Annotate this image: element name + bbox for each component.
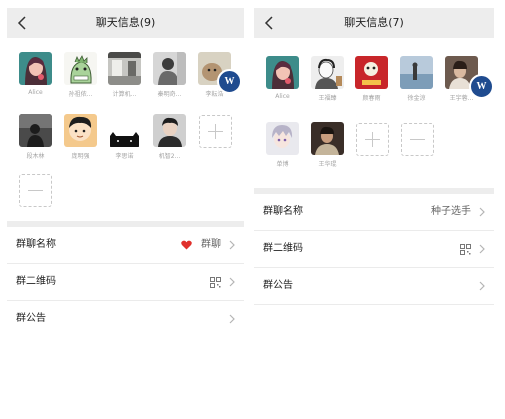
chat-info-panel-right: 聊天信息(7) Alice 王福臻 颜春雨 徐金涼 王宇蓉... 单博 王华琨 … bbox=[254, 8, 494, 313]
cartoon-boy-avatar bbox=[64, 114, 97, 147]
member-8[interactable]: 李思诺 bbox=[108, 114, 141, 160]
remove-member-button[interactable] bbox=[401, 123, 434, 156]
minus-icon bbox=[28, 190, 43, 191]
anime-boy-avatar bbox=[266, 122, 299, 155]
row-label: 群公告 bbox=[16, 313, 46, 324]
group-name-value: 种子选手 bbox=[431, 206, 471, 217]
row-label: 群公告 bbox=[263, 280, 293, 291]
black-cat-avatar bbox=[108, 114, 141, 147]
member-6[interactable]: 段木林 bbox=[19, 114, 52, 160]
group-qr-code-row[interactable]: 群二维码 bbox=[254, 231, 494, 268]
chevron-right-icon bbox=[229, 240, 235, 250]
word-app-badge: W bbox=[469, 74, 494, 99]
chevron-right-icon bbox=[479, 281, 485, 291]
qr-code-icon bbox=[210, 277, 221, 288]
page-title: 聊天信息(9) bbox=[95, 16, 156, 29]
row-label: 群聊名称 bbox=[16, 239, 56, 250]
person-photo-avatar bbox=[153, 52, 186, 85]
row-label: 群二维码 bbox=[263, 243, 303, 254]
page-title: 聊天信息(7) bbox=[344, 16, 404, 29]
girl-portrait-avatar bbox=[266, 56, 299, 89]
chevron-right-icon bbox=[479, 207, 485, 217]
member-9[interactable]: 机智2... bbox=[153, 114, 186, 160]
chat-info-panel-left: 聊天信息(9) Alice 孙祖侬... 计算机... 秦明奇... 李耘浩 段… bbox=[7, 8, 244, 333]
header-bar: 聊天信息(7) bbox=[254, 8, 494, 38]
girl-portrait-avatar bbox=[19, 52, 52, 85]
sketch-portrait-avatar bbox=[311, 56, 344, 89]
red-poster-avatar bbox=[355, 56, 388, 89]
plus-icon bbox=[208, 124, 223, 139]
word-app-badge: W bbox=[217, 69, 242, 94]
member-7[interactable]: 庞明强 bbox=[64, 114, 97, 160]
member-2[interactable]: 王福臻 bbox=[311, 56, 344, 102]
add-member-button[interactable] bbox=[199, 115, 232, 148]
silhouette-avatar bbox=[19, 114, 52, 147]
member-4[interactable]: 徐金涼 bbox=[400, 56, 433, 102]
member-7[interactable]: 王华琨 bbox=[311, 122, 344, 168]
member-6[interactable]: 单博 bbox=[266, 122, 299, 168]
seaside-photo-avatar bbox=[400, 56, 433, 89]
minus-icon bbox=[410, 139, 425, 140]
member-alice[interactable]: Alice bbox=[19, 52, 52, 96]
chevron-right-icon bbox=[229, 314, 235, 324]
room-photo-avatar bbox=[108, 52, 141, 85]
member-4[interactable]: 秦明奇... bbox=[153, 52, 186, 98]
row-label: 群二维码 bbox=[16, 276, 56, 287]
chevron-right-icon bbox=[479, 244, 485, 254]
group-announcement-row[interactable]: 群公告 bbox=[7, 301, 244, 333]
member-3[interactable]: 颜春雨 bbox=[355, 56, 388, 102]
group-name-value: 群聊 bbox=[201, 239, 221, 250]
member-2[interactable]: 孙祖侬... bbox=[64, 52, 97, 98]
chevron-right-icon bbox=[229, 277, 235, 287]
plus-icon bbox=[365, 132, 380, 147]
group-name-row[interactable]: 群聊名称 群聊 bbox=[7, 227, 244, 264]
dark-portrait-avatar bbox=[311, 122, 344, 155]
group-qr-code-row[interactable]: 群二维码 bbox=[7, 264, 244, 301]
man-portrait-avatar bbox=[153, 114, 186, 147]
back-arrow-icon[interactable] bbox=[263, 15, 277, 31]
header-bar: 聊天信息(9) bbox=[7, 8, 244, 38]
group-announcement-row[interactable]: 群公告 bbox=[254, 268, 494, 305]
group-name-row[interactable]: 群聊名称 种子选手 bbox=[254, 194, 494, 231]
qr-code-icon bbox=[460, 244, 471, 255]
back-arrow-icon[interactable] bbox=[16, 15, 30, 31]
remove-member-button[interactable] bbox=[19, 174, 52, 207]
member-3[interactable]: 计算机... bbox=[108, 52, 141, 98]
row-label: 群聊名称 bbox=[263, 206, 303, 217]
member-alice[interactable]: Alice bbox=[266, 56, 299, 100]
heart-icon bbox=[181, 240, 192, 250]
add-member-button[interactable] bbox=[356, 123, 389, 156]
cartoon-dinosaur-avatar bbox=[64, 52, 97, 85]
